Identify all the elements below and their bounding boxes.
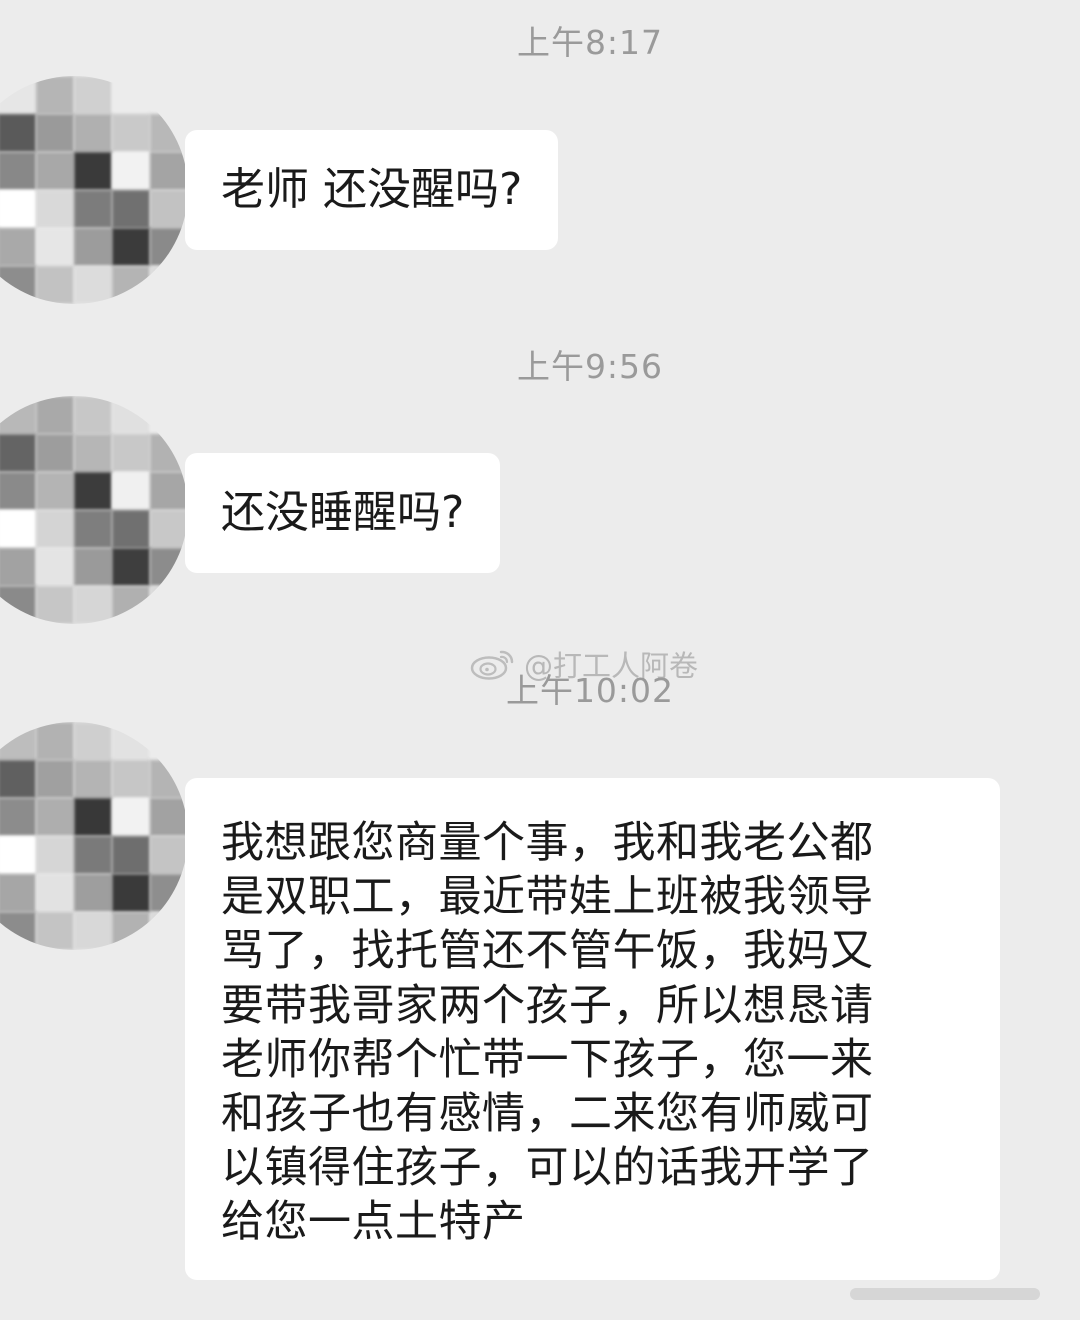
timestamp: 上午9:56 [516, 347, 664, 386]
contact-avatar[interactable] [0, 76, 188, 304]
message-line: 以镇得住孩子，可以的话我开学了 [221, 1143, 874, 1194]
message-line: 给您一点土特产 [221, 1197, 526, 1248]
message-bubble[interactable]: 我想跟您商量个事，我和我老公都 是双职工，最近带娃上班被我领导 骂了，找托管还不… [185, 778, 1000, 1280]
message-line: 和孩子也有感情，二来您有师威可 [221, 1089, 874, 1140]
message-line: 要带我哥家两个孩子，所以想恳请 [221, 980, 874, 1031]
message-line: 我想跟您商量个事，我和我老公都 [221, 818, 874, 868]
timestamp: 上午8:17 [516, 23, 664, 62]
message-bubble[interactable]: 还没睡醒吗? [185, 453, 501, 573]
contact-avatar[interactable] [0, 396, 188, 624]
message-line: 是双职工，最近带娃上班被我领导 [221, 872, 874, 923]
contact-avatar[interactable] [0, 722, 188, 950]
message-line: 骂了，找托管还不管午饭，我妈又 [221, 926, 874, 977]
message-bubble[interactable]: 老师 还没醒吗? [185, 130, 559, 250]
scrollbar[interactable] [850, 1288, 1040, 1300]
timestamp: 上午10:02 [505, 671, 675, 710]
message-line: 老师你帮个忙带一下孩子，您一来 [221, 1034, 874, 1085]
